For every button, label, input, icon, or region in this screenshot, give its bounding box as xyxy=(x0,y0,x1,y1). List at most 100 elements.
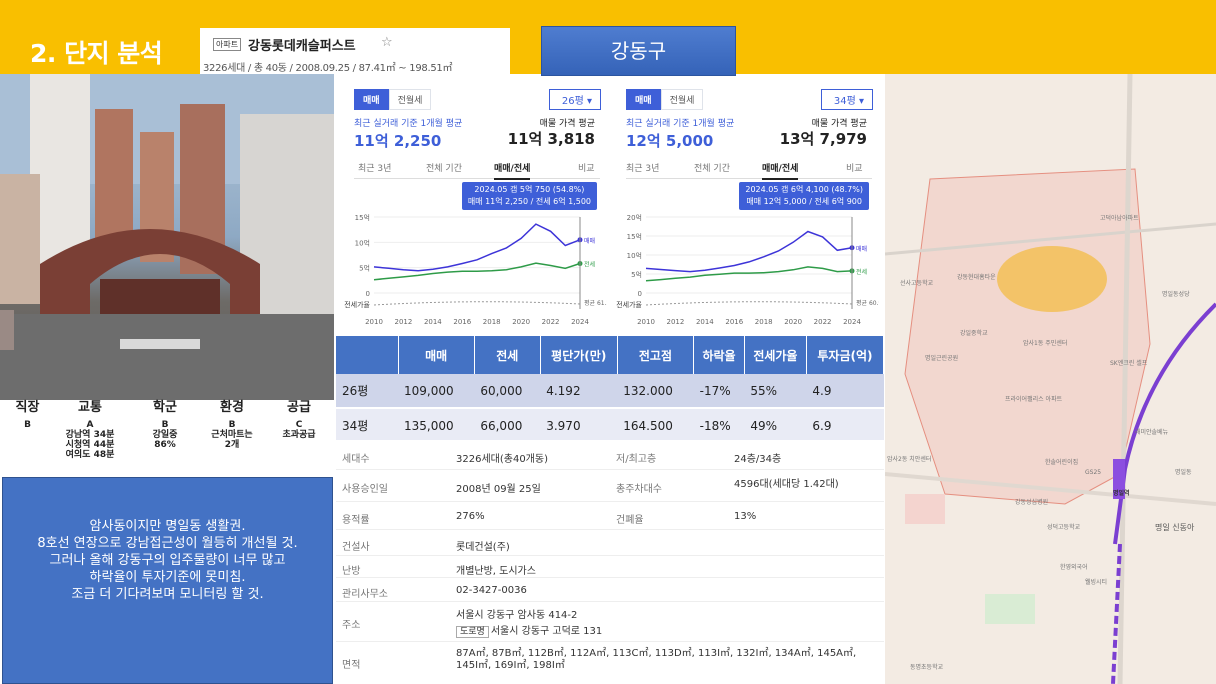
tab-all-period[interactable]: 전체 기간 xyxy=(694,161,730,174)
ratio-line xyxy=(373,301,581,306)
location-map[interactable]: 고덕아남아파트 강동현대홈타운 선사고등학교 암사1동 주민센터 강일중학교 명… xyxy=(885,74,1216,684)
info-key: 주소 xyxy=(342,620,361,631)
y-tick-label: 5억 xyxy=(359,265,370,273)
info-key: 세대수 xyxy=(342,454,370,465)
info-value: 24층/34층 xyxy=(734,454,782,465)
info-key: 건폐율 xyxy=(616,515,644,526)
table-cell: -17% xyxy=(693,374,745,409)
x-tick-label: 2024 xyxy=(571,318,589,326)
map-label: 동명초등학교 xyxy=(910,664,944,671)
period-tabs: 최근 3년 전체 기간 매매/전세 비교 xyxy=(354,159,600,180)
score-detail: 강남역 34분 시청역 44분 여의도 48분 xyxy=(65,430,115,460)
map-label: 성덕고등학교 xyxy=(1047,524,1081,531)
tab-rent[interactable]: 전월세 xyxy=(660,89,704,110)
info-key: 용적률 xyxy=(342,515,370,526)
score-school: 학군 B 강일중 86% xyxy=(130,400,200,450)
score-grid: 직장 B 교통 A 강남역 34분 시청역 44분 여의도 48분 학군 B 강일중 86… xyxy=(0,400,334,475)
table-cell: 49% xyxy=(744,408,807,442)
x-tick-label: 2012 xyxy=(395,318,413,326)
analysis-comment: 암사동이지만 명일동 생활권. 8호선 연장으로 강남접근성이 월등히 개선될 … xyxy=(2,477,333,684)
tab-compare[interactable]: 비교 xyxy=(578,161,595,174)
tab-sale[interactable]: 매매 xyxy=(626,89,661,110)
info-key: 총주차대수 xyxy=(616,484,662,495)
x-tick-label: 2022 xyxy=(814,318,832,326)
period-tabs: 최근 3년 전체 기간 매매/전세 비교 xyxy=(626,159,872,180)
y-tick-label: 0 xyxy=(638,290,642,298)
map-label: 명일근린공원 xyxy=(925,355,959,362)
map-label: 명일동 xyxy=(1175,469,1192,476)
score-grade: B xyxy=(24,420,31,430)
info-value: 2008년 09월 25일 xyxy=(456,484,541,495)
tooltip-line: 2024.05 갭 6억 4,100 (48.7%) xyxy=(745,185,863,194)
complex-header: 아파트 강동롯데캐슬퍼스트 ☆ 3226세대 / 총 40동 / 2008.09… xyxy=(200,28,510,74)
info-key: 저/최고층 xyxy=(616,454,657,465)
page-title: 2. 단지 분석 xyxy=(30,39,163,68)
info-row: 세대수 3226세대(총40개동) 저/최고층 24층/34층 xyxy=(336,440,884,470)
score-label: 직장 xyxy=(15,400,40,415)
table-cell: -18% xyxy=(693,408,745,442)
table-cell: 164.500 xyxy=(617,408,694,442)
info-value: 개별난방, 도시가스 xyxy=(456,566,536,577)
info-value: 서울시 강동구 고덕로 131 xyxy=(490,626,603,637)
info-row: 주소 서울시 강동구 암사동 414-2 도로명 서울시 강동구 고덕로 131 xyxy=(336,602,884,642)
table-cell: 34평 xyxy=(336,408,398,442)
x-tick-label: 2016 xyxy=(453,318,471,326)
y-tick-label: 20억 xyxy=(627,214,642,222)
info-row: 용적률 276% 건폐율 13% xyxy=(336,502,884,530)
table-cell: 4.192 xyxy=(540,374,618,409)
score-work: 직장 B xyxy=(0,400,55,430)
x-tick-label: 2010 xyxy=(637,318,655,326)
star-icon[interactable]: ☆ xyxy=(381,35,393,50)
score-supply: 공급 C 초과공급 xyxy=(264,400,334,440)
score-detail: 근처마트는 2개 xyxy=(211,430,253,450)
sale-series-label: 매매 xyxy=(584,237,595,245)
price-chart-34: 20억 15억 10억 5억 0 전세가율 2010 2012 2014 2016 2018 2020… xyxy=(616,214,879,326)
info-row: 난방 개별난방, 도시가스 xyxy=(336,556,884,578)
x-tick-label: 2024 xyxy=(843,318,861,326)
tab-sale-jeonse[interactable]: 매매/전세 xyxy=(762,161,799,180)
complex-info: 세대수 3226세대(총40개동) 저/최고층 24층/34층 사용승인일 2008년 … xyxy=(336,440,884,684)
map-label: 래미안솔베뉴 xyxy=(1135,429,1169,436)
tab-recent-3y[interactable]: 최근 3년 xyxy=(358,161,391,174)
chart-card-34: 매매 전월세 34평 ▾ 최근 실거래 기준 1개월 평균 12억 5,000 매… xyxy=(614,82,879,337)
tab-rent[interactable]: 전월세 xyxy=(388,89,432,110)
col-header: 평단가(만) xyxy=(540,336,618,374)
size-value: 34평 xyxy=(833,96,856,107)
col-header: 전세가율 xyxy=(744,336,807,374)
size-select[interactable]: 34평 ▾ xyxy=(820,89,873,110)
table-cell: 135,000 xyxy=(398,408,475,442)
complex-name[interactable]: 강동롯데캐슬퍼스트 xyxy=(248,35,356,54)
score-grade: B xyxy=(161,420,169,430)
x-tick-label: 2014 xyxy=(424,318,442,326)
size-select[interactable]: 26평 ▾ xyxy=(548,89,601,110)
table-cell: 109,000 xyxy=(398,374,475,409)
col-header xyxy=(336,336,399,374)
table-row: 34평 135,000 66,000 3.970 164.500 -18% 49… xyxy=(336,408,884,442)
region-button[interactable]: 강동구 xyxy=(541,26,736,76)
y-tick-label: 5억 xyxy=(631,271,642,279)
score-label: 학군 xyxy=(153,400,177,415)
map-label: 한영외국어 xyxy=(1060,564,1088,571)
tab-sale-jeonse[interactable]: 매매/전세 xyxy=(494,161,531,180)
ratio-avg-label: 평균 61.2% xyxy=(584,299,607,307)
info-value: 87A㎡, 87B㎡, 112B㎡, 112A㎡, 113C㎡, 113D㎡, … xyxy=(456,648,857,671)
tab-sale[interactable]: 매매 xyxy=(354,89,389,110)
tab-compare[interactable]: 비교 xyxy=(846,161,863,174)
avg-label: 최근 실거래 기준 1개월 평균 xyxy=(626,119,735,129)
map-label: 강동현대홈타운 xyxy=(957,274,996,281)
score-detail: 초과공급 xyxy=(282,430,316,440)
y-tick-label: 15억 xyxy=(627,233,642,241)
x-tick-label: 2020 xyxy=(784,318,802,326)
map-label: 웰빙시티 xyxy=(1085,579,1108,586)
avg-value: 11억 2,250 xyxy=(354,132,442,150)
comment-text: 암사동이지만 명일동 생활권. 8호선 연장으로 강남접근성이 월등히 개선될 … xyxy=(37,519,298,602)
chevron-down-icon: ▾ xyxy=(858,96,864,107)
tab-recent-3y[interactable]: 최근 3년 xyxy=(626,161,659,174)
score-label: 공급 xyxy=(287,400,311,415)
tab-all-period[interactable]: 전체 기간 xyxy=(426,161,462,174)
price-chart-26: 15억 10억 5억 0 전세가율 2010 2012 2014 2016 2018 2020 202… xyxy=(344,214,607,326)
col-header: 전세 xyxy=(474,336,541,374)
info-row: 건설사 롯데건설(주) xyxy=(336,530,884,556)
score-grade: A xyxy=(86,420,94,430)
map-label: 암사2동 치안센터 xyxy=(887,456,932,463)
